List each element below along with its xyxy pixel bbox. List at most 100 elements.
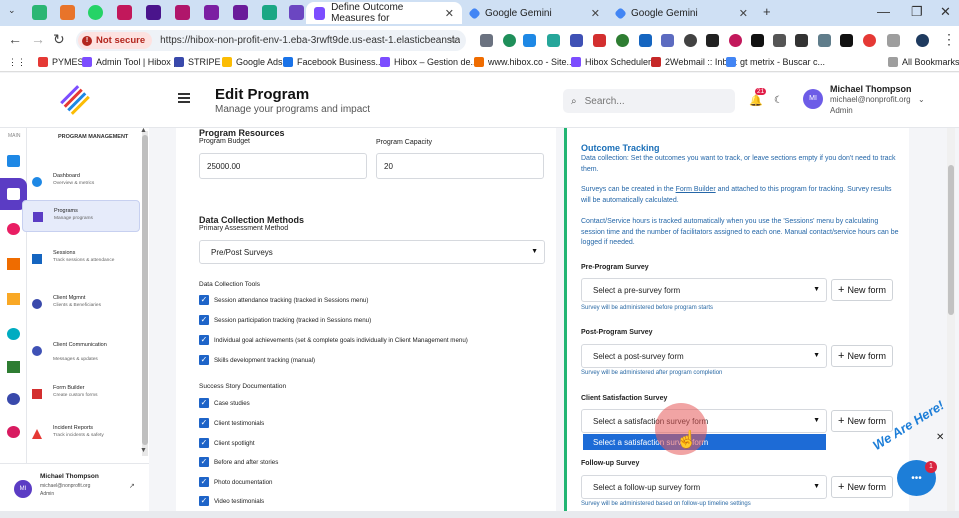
profile-avatar-icon[interactable] — [916, 34, 929, 47]
scroll-up-icon[interactable]: ▲ — [140, 127, 147, 134]
bookmark-item[interactable]: gt metrix - Buscar c... — [726, 57, 825, 67]
rail-icon[interactable] — [7, 426, 20, 438]
extension-icon[interactable] — [840, 34, 853, 47]
post-survey-new-form-button[interactable]: + New form — [831, 345, 893, 367]
assessment-method-select[interactable]: Pre/Post Surveys ▼ — [199, 240, 545, 264]
sidebar-scrollbar-thumb[interactable] — [142, 135, 148, 445]
maximize-icon[interactable]: ❐ — [911, 4, 923, 20]
form-builder-link[interactable]: Form Builder — [676, 186, 716, 193]
pinned-tab-icon[interactable] — [32, 5, 47, 20]
pre-survey-select[interactable]: Select a pre-survey form ▼ — [581, 278, 827, 302]
bookmark-item[interactable]: Google Ads — [222, 57, 283, 67]
story-checkbox-row[interactable]: ✓ Client testimonials — [199, 418, 264, 428]
checkbox-checked-icon[interactable]: ✓ — [199, 457, 209, 467]
sidebar-item-programs[interactable]: Programs Manage programs — [22, 200, 140, 232]
checkbox-checked-icon[interactable]: ✓ — [199, 496, 209, 506]
pinned-tab-icon[interactable] — [117, 5, 132, 20]
close-tab-icon[interactable]: ✕ — [591, 7, 600, 20]
pinned-tab-icon[interactable] — [289, 5, 304, 20]
bookmark-item[interactable]: Hibox Scheduler — [571, 57, 651, 67]
bookmark-item[interactable]: Hibox – Gestion de... — [380, 57, 478, 67]
sidebar-item-form-builder[interactable]: Form Builder Create custom forms — [22, 378, 140, 410]
extension-icon[interactable] — [661, 34, 674, 47]
minimize-icon[interactable]: — — [877, 4, 890, 19]
main-scrollbar-thumb[interactable] — [948, 165, 954, 315]
extension-icon[interactable] — [480, 34, 493, 47]
pinned-tab-icon[interactable] — [262, 5, 277, 20]
bookmark-item[interactable]: Facebook Business... — [283, 57, 383, 67]
extension-icon[interactable] — [795, 34, 808, 47]
bookmark-item[interactable]: Admin Tool | Hibox | — [82, 57, 176, 67]
chevron-down-icon[interactable]: ⌄ — [918, 95, 925, 104]
story-checkbox-row[interactable]: ✓ Video testimonials — [199, 496, 264, 506]
extension-icon[interactable] — [503, 34, 516, 47]
extension-icon[interactable] — [523, 34, 536, 47]
sidebar-item-dashboard[interactable]: Dashboard Overview & metrics — [22, 166, 140, 198]
tab-gemini-2[interactable]: Google Gemini ✕ — [608, 2, 756, 24]
followup-survey-new-form-button[interactable]: + New form — [831, 476, 893, 498]
checkbox-checked-icon[interactable]: ✓ — [199, 477, 209, 487]
not-secure-badge[interactable]: ! Not secure — [78, 32, 153, 49]
sidebar-item-sessions[interactable]: Sessions Track sessions & attendance — [22, 243, 140, 275]
omnibox[interactable]: ! Not secure https://hibox-non-profit-en… — [76, 30, 466, 51]
home-icon[interactable] — [7, 155, 20, 167]
tool-checkbox-row[interactable]: ✓ Session attendance tracking (tracked in… — [199, 295, 368, 305]
close-tab-icon[interactable]: ✕ — [445, 7, 454, 20]
extension-icon[interactable] — [570, 34, 583, 47]
new-tab-button[interactable]: + — [763, 4, 771, 19]
tab-gemini-1[interactable]: Google Gemini ✕ — [462, 2, 608, 24]
extension-icon[interactable] — [706, 34, 719, 47]
programs-rail-icon[interactable] — [7, 188, 20, 200]
sidebar-item-client-mgmnt[interactable]: Client Mgmnt Clients & Beneficiaries — [22, 288, 140, 320]
budget-input[interactable] — [199, 153, 367, 179]
tab-search-icon[interactable]: ⌄ — [8, 5, 16, 16]
browser-menu-icon[interactable]: ⋮ — [942, 31, 956, 48]
extension-icon[interactable] — [773, 34, 786, 47]
close-chat-icon[interactable]: ✕ — [936, 432, 944, 443]
extension-icon[interactable] — [684, 34, 697, 47]
bookmark-item[interactable]: PYMES — [38, 57, 84, 67]
tool-checkbox-row[interactable]: ✓ Skills development tracking (manual) — [199, 355, 315, 365]
users-icon[interactable] — [7, 393, 20, 405]
rail-icon[interactable] — [7, 293, 20, 305]
extension-icon[interactable] — [547, 34, 560, 47]
bookmark-item[interactable]: 2Webmail :: Inbox — [651, 57, 737, 67]
search-box[interactable]: ⌕ — [563, 89, 735, 113]
checkbox-checked-icon[interactable]: ✓ — [199, 295, 209, 305]
dark-mode-toggle-icon[interactable]: ☾ — [774, 95, 783, 106]
hamburger-menu-icon[interactable] — [178, 93, 190, 103]
checkbox-checked-icon[interactable]: ✓ — [199, 315, 209, 325]
pre-survey-new-form-button[interactable]: + New form — [831, 279, 893, 301]
extension-icon[interactable] — [751, 34, 764, 47]
extension-icon[interactable] — [729, 34, 742, 47]
extension-icon[interactable] — [818, 34, 831, 47]
bookmark-item[interactable]: www.hibox.co - Site... — [474, 57, 574, 67]
capacity-input[interactable] — [376, 153, 544, 179]
story-checkbox-row[interactable]: ✓ Before and after stories — [199, 457, 278, 467]
extension-icon[interactable] — [616, 34, 629, 47]
extensions-puzzle-icon[interactable] — [887, 34, 900, 47]
sidebar-item-incident-reports[interactable]: Incident Reports Track incidents & safet… — [22, 418, 140, 450]
rail-icon[interactable] — [7, 223, 20, 235]
followup-survey-select[interactable]: Select a follow-up survey form ▼ — [581, 475, 827, 499]
pinned-tab-icon[interactable] — [233, 5, 248, 20]
story-checkbox-row[interactable]: ✓ Photo documentation — [199, 477, 272, 487]
scroll-down-icon[interactable]: ▼ — [140, 447, 147, 454]
search-input[interactable] — [584, 95, 715, 107]
tool-checkbox-row[interactable]: ✓ Individual goal achievements (set & com… — [199, 335, 468, 345]
checkbox-checked-icon[interactable]: ✓ — [199, 335, 209, 345]
satisfaction-survey-new-form-button[interactable]: + New form — [831, 410, 893, 432]
sidebar-item-client-communication[interactable]: Client Communication Messages & updates — [22, 335, 140, 367]
close-tab-icon[interactable]: ✕ — [739, 7, 748, 20]
bell-icon[interactable]: 🔔 — [749, 94, 763, 107]
rail-icon[interactable] — [7, 258, 20, 270]
tab-define-outcome[interactable]: Define Outcome Measures for ✕ — [306, 2, 462, 24]
url-text[interactable]: https://hibox-non-profit-env-1.eba-3rwft… — [160, 35, 460, 46]
rail-icon[interactable] — [7, 361, 20, 373]
tool-checkbox-row[interactable]: ✓ Session participation tracking (tracked… — [199, 315, 371, 325]
pinned-tab-icon[interactable] — [60, 5, 75, 20]
checkbox-checked-icon[interactable]: ✓ — [199, 418, 209, 428]
extension-icon[interactable] — [639, 34, 652, 47]
reload-icon[interactable]: ↻ — [53, 31, 65, 48]
pinned-tab-icon[interactable] — [175, 5, 190, 20]
